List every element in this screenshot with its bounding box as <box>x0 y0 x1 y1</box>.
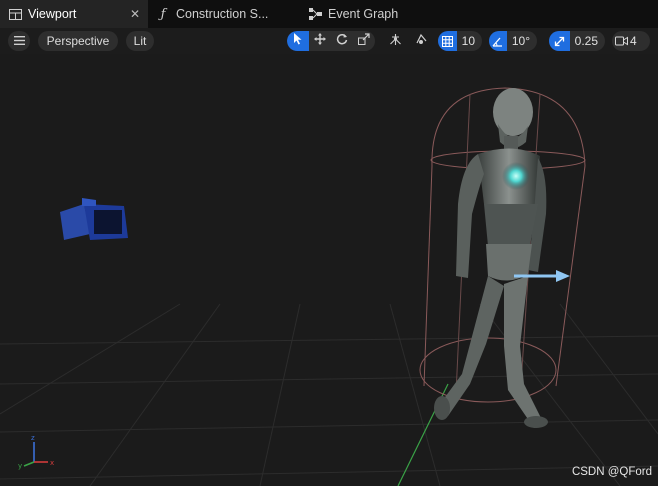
svg-text:z: z <box>31 434 35 442</box>
blueprint-editor: Viewport ✕ ƒ Construction S... Event Gra… <box>0 0 658 486</box>
viewport-grid-icon <box>8 7 22 21</box>
svg-text:x: x <box>50 459 54 467</box>
viewport-options-button[interactable] <box>8 31 30 51</box>
lit-button[interactable]: Lit <box>126 31 154 51</box>
svg-text:y: y <box>18 462 22 470</box>
grid-snap-value: 10 <box>461 34 475 48</box>
scale-snap-icon <box>549 31 570 51</box>
tab-label: Construction S... <box>176 7 269 21</box>
camera-icon <box>612 36 630 46</box>
grid-snap-pill[interactable]: 10 <box>438 31 482 51</box>
translate-tool-button[interactable] <box>309 31 331 51</box>
grid-icon <box>438 31 457 51</box>
scale-tool-button[interactable] <box>353 31 375 51</box>
viewport-3d[interactable]: z y x CSDN @QFord <box>0 54 658 486</box>
watermark-text: CSDN @QFord <box>571 466 652 478</box>
world-local-toggle[interactable] <box>384 31 406 51</box>
camera-speed-value: 4 <box>630 34 637 48</box>
camera-actor[interactable] <box>60 198 128 240</box>
view-mode-label: Perspective <box>46 34 110 48</box>
viewport-toolbar: Perspective Lit 10 10° 0.25 4 <box>0 28 658 54</box>
rotate-icon <box>336 32 348 50</box>
tab-construction-script[interactable]: ƒ Construction S... <box>148 0 300 28</box>
hamburger-icon <box>13 34 25 48</box>
rotate-tool-button[interactable] <box>331 31 353 51</box>
scale-snap-value: 0.25 <box>574 34 598 48</box>
tab-bar: Viewport ✕ ƒ Construction S... Event Gra… <box>0 0 658 28</box>
angle-icon <box>489 31 507 51</box>
function-icon: ƒ <box>160 6 166 22</box>
scene-svg: z y x <box>0 87 658 486</box>
scale-icon <box>358 32 370 50</box>
event-graph-icon <box>308 7 322 21</box>
rotation-snap-value: 10° <box>511 34 530 48</box>
tab-label: Viewport <box>28 7 77 21</box>
rotation-snap-pill[interactable]: 10° <box>489 31 537 51</box>
lighting-label: Lit <box>133 34 147 48</box>
transform-tools <box>287 31 375 51</box>
surface-snap-icon <box>415 33 428 49</box>
surface-snap-button[interactable] <box>410 31 432 51</box>
camera-speed-pill[interactable]: 4 <box>612 31 650 51</box>
tab-viewport[interactable]: Viewport ✕ <box>0 0 148 28</box>
perspective-button[interactable]: Perspective <box>38 31 118 51</box>
select-tool-button[interactable] <box>287 31 309 51</box>
floor-grid <box>0 303 658 486</box>
move-icon <box>314 32 326 50</box>
close-icon[interactable]: ✕ <box>130 7 140 21</box>
tab-event-graph[interactable]: Event Graph <box>300 0 440 28</box>
globe-icon <box>389 33 402 49</box>
tab-label: Event Graph <box>328 7 399 21</box>
cursor-icon <box>293 32 303 50</box>
axis-gizmo: z y x <box>18 434 54 470</box>
scale-snap-pill[interactable]: 0.25 <box>549 31 605 51</box>
